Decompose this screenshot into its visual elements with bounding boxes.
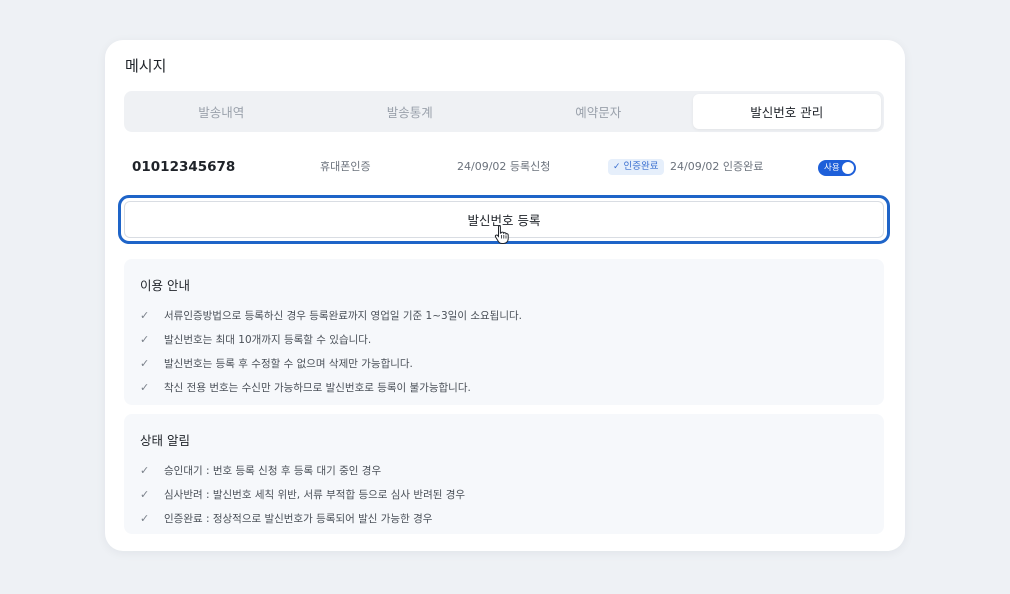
- tab-send-history[interactable]: 발송내역: [127, 94, 316, 129]
- list-item: ✓ 착신 전용 번호는 수신만 가능하므로 발신번호로 등록이 불가능합니다.: [140, 375, 522, 399]
- check-icon: ✓: [140, 463, 150, 477]
- toggle-knob: [842, 162, 854, 174]
- list-item: ✓ 발신번호는 등록 후 수정할 수 없으며 삭제만 가능합니다.: [140, 351, 522, 375]
- usage-guide-panel: 이용 안내 ✓ 서류인증방법으로 등록하신 경우 등록완료까지 영업일 기준 1~…: [124, 259, 884, 405]
- check-icon: ✓: [140, 487, 150, 501]
- tab-send-stats[interactable]: 발송통계: [316, 94, 505, 129]
- list-item-text: 발신번호는 최대 10개까지 등록할 수 있습니다.: [164, 333, 372, 346]
- list-item-text: 심사반려 : 발신번호 세칙 위반, 서류 부적합 등으로 심사 반려된 경우: [164, 488, 466, 501]
- list-item-text: 착신 전용 번호는 수신만 가능하므로 발신번호로 등록이 불가능합니다.: [164, 381, 471, 394]
- hand-pointer-icon: [494, 225, 509, 244]
- list-item-text: 발신번호는 등록 후 수정할 수 없으며 삭제만 가능합니다.: [164, 357, 413, 370]
- verified-date: 24/09/02 인증완료: [670, 160, 764, 173]
- status-notice-title: 상태 알림: [140, 433, 190, 448]
- phone-number: 01012345678: [132, 159, 236, 175]
- list-item: ✓ 승인대기 : 번호 등록 신청 후 등록 대기 중인 경우: [140, 458, 465, 482]
- sender-number-row: 01012345678 휴대폰인증 24/09/02 등록신청 ✓ 인증완료 24…: [132, 157, 864, 177]
- list-item: ✓ 발신번호는 최대 10개까지 등록할 수 있습니다.: [140, 327, 522, 351]
- use-toggle-label: 사용: [824, 163, 840, 173]
- list-item-text: 서류인증방법으로 등록하신 경우 등록완료까지 영업일 기준 1~3일이 소요됩…: [164, 309, 522, 322]
- request-date: 24/09/02 등록신청: [457, 160, 551, 173]
- verification-method: 휴대폰인증: [320, 160, 371, 173]
- check-icon: ✓: [140, 356, 150, 370]
- tab-reserved-messages[interactable]: 예약문자: [504, 94, 693, 129]
- list-item: ✓ 인증완료 : 정상적으로 발신번호가 등록되어 발신 가능한 경우: [140, 506, 465, 530]
- usage-guide-list: ✓ 서류인증방법으로 등록하신 경우 등록완료까지 영업일 기준 1~3일이 소요…: [140, 303, 522, 399]
- check-icon: ✓: [140, 380, 150, 394]
- list-item-text: 승인대기 : 번호 등록 신청 후 등록 대기 중인 경우: [164, 464, 382, 477]
- tab-sender-number-management[interactable]: 발신번호 관리: [692, 94, 881, 129]
- list-item: ✓ 심사반려 : 발신번호 세칙 위반, 서류 부적합 등으로 심사 반려된 경우: [140, 482, 465, 506]
- verified-badge-label: 인증완료: [623, 161, 659, 172]
- check-icon: ✓: [140, 308, 150, 322]
- check-icon: ✓: [613, 162, 621, 172]
- check-icon: ✓: [140, 511, 150, 525]
- list-item-text: 인증완료 : 정상적으로 발신번호가 등록되어 발신 가능한 경우: [164, 512, 433, 525]
- usage-guide-title: 이용 안내: [140, 278, 190, 293]
- use-toggle[interactable]: 사용: [818, 160, 856, 176]
- verified-badge: ✓ 인증완료: [608, 159, 664, 175]
- card-title: 메시지: [125, 57, 167, 75]
- status-notice-panel: 상태 알림 ✓ 승인대기 : 번호 등록 신청 후 등록 대기 중인 경우 ✓ 심사…: [124, 414, 884, 534]
- message-card: 메시지 발송내역 발송통계 예약문자 발신번호 관리 01012345678 휴…: [105, 40, 905, 551]
- status-notice-list: ✓ 승인대기 : 번호 등록 신청 후 등록 대기 중인 경우 ✓ 심사반려 : 발…: [140, 458, 465, 530]
- list-item: ✓ 서류인증방법으로 등록하신 경우 등록완료까지 영업일 기준 1~3일이 소요…: [140, 303, 522, 327]
- tab-bar: 발송내역 발송통계 예약문자 발신번호 관리: [124, 91, 884, 132]
- check-icon: ✓: [140, 332, 150, 346]
